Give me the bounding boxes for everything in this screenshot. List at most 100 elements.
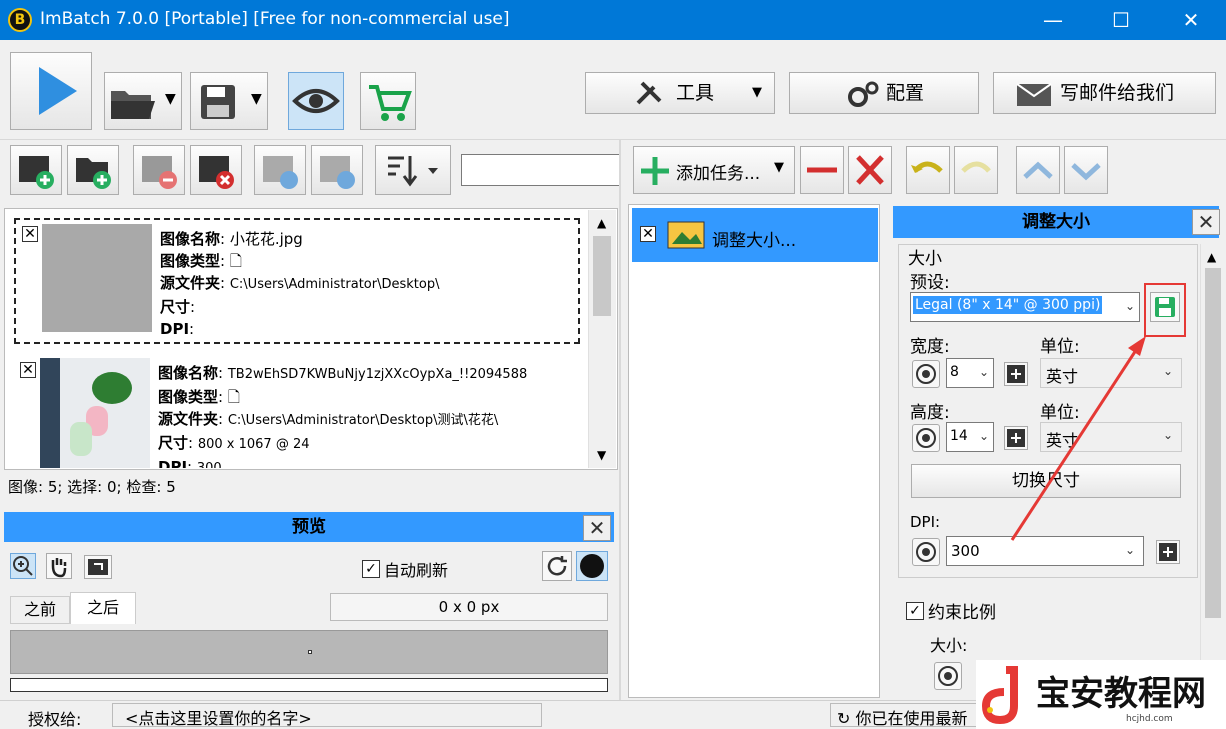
height-input[interactable]: 14 ⌄ [946,422,994,452]
minimize-button[interactable]: — [1030,0,1076,40]
scrollbar-thumb[interactable] [1205,268,1221,618]
folder-open-icon [111,91,155,119]
width-reset-button[interactable] [912,360,940,388]
license-name-field[interactable]: <点击这里设置你的名字> [112,703,542,728]
width-input[interactable]: 8 ⌄ [946,358,994,388]
resize-title-text: 调整大小 [1022,212,1090,232]
maximize-button[interactable]: ☐ [1098,0,1144,40]
watermark: 宝安教程网 hcjhd.com [976,660,1226,729]
scrollbar-thumb[interactable] [593,236,611,316]
scroll-up-icon[interactable]: ▲ [1207,250,1216,264]
tools-menu-button[interactable]: 工具 ▼ [585,72,775,114]
background-color-button[interactable] [576,551,608,581]
image-up-icon [263,156,298,189]
move-task-down-button[interactable] [1064,146,1108,194]
save-preset-button[interactable] [1150,292,1180,322]
file-type-icon: 🗋 [229,252,242,270]
floppy-save-icon [201,85,235,119]
height-reset-button[interactable] [912,424,940,452]
tools-dropdown-icon: ▼ [752,85,762,100]
plus-square-icon [1159,543,1177,561]
task-label: 调整大小... [712,231,797,251]
preview-canvas[interactable] [10,630,608,674]
preset-select[interactable]: Legal (8" x 14" @ 300 ppi) ⌄ [910,292,1140,322]
width-label: 宽度: [910,337,950,357]
keep-ratio-toggle[interactable]: ✓ 约束比例 [906,598,996,623]
email-label: 写邮件给我们 [1060,82,1175,104]
add-folder-button[interactable] [67,145,119,195]
keep-ratio-label: 约束比例 [928,603,996,623]
preview-close-button[interactable]: ✕ [583,515,611,541]
resize-panel-scrollbar[interactable]: ▲ [1200,244,1224,698]
run-button[interactable] [10,52,92,130]
undo-button[interactable] [906,146,950,194]
scroll-down-icon[interactable]: ▼ [597,448,606,462]
tab-before[interactable]: 之前 [10,596,70,624]
add-folder-icon [76,158,111,189]
sort-icon [388,156,438,187]
ratio-size-reset-button[interactable] [934,662,962,690]
fit-button[interactable] [84,555,112,579]
zoom-tool-button[interactable] [10,553,36,579]
config-button[interactable]: 配置 [789,72,979,114]
resize-panel-title: 调整大小 [893,206,1219,238]
list-item[interactable]: ✕ 图像名称: TB2wEhSD7KWBuNjy1zjXXcOypXa_!!20… [14,354,580,468]
title-bar: B ImBatch 7.0.0 [Portable] [Free for non… [0,0,1226,40]
task-list[interactable] [628,204,880,698]
task-checkbox[interactable]: ✕ [640,226,656,242]
size-group-label: 大小 [908,249,942,269]
add-task-dropdown-icon[interactable]: ▼ [774,160,784,175]
move-task-up-button[interactable] [1016,146,1060,194]
circle-icon [580,554,604,578]
refresh-button[interactable] [542,551,572,581]
resize-panel-close-button[interactable]: ✕ [1192,209,1220,235]
cart-icon [369,85,412,121]
close-button[interactable]: ✕ [1168,0,1214,40]
save-button[interactable]: ▼ [190,72,268,130]
preview-title: 预览 [4,512,614,542]
delete-image-button[interactable] [190,145,242,195]
redo-button[interactable] [954,146,998,194]
auto-refresh-checkbox[interactable]: ✓ [362,560,380,578]
open-button[interactable]: ▼ [104,72,182,130]
item-checkbox[interactable]: ✕ [22,226,38,242]
sort-button[interactable] [375,145,451,195]
auto-refresh-toggle[interactable]: ✓ 自动刷新 [362,557,448,581]
open-dropdown-icon[interactable]: ▼ [165,91,176,107]
move-up-image-button[interactable] [254,145,306,195]
chevron-down-icon [1071,163,1101,181]
item-checkbox[interactable]: ✕ [20,362,36,378]
chevron-up-icon [1023,161,1053,179]
preset-value: Legal (8" x 14" @ 300 ppi) [913,296,1103,314]
save-dropdown-icon[interactable]: ▼ [251,91,262,107]
pan-tool-button[interactable] [46,553,72,579]
green-floppy-icon [1155,297,1175,317]
delete-task-button[interactable] [848,146,892,194]
update-check-button[interactable]: ↻ 你已在使用最新 [830,703,990,727]
remove-task-button[interactable] [800,146,844,194]
target-icon [938,666,958,686]
scroll-up-icon[interactable]: ▲ [597,216,606,230]
type-label: 图像类型 [160,252,221,270]
tab-after[interactable]: 之后 [70,592,136,624]
redo-icon [961,161,991,173]
list-item[interactable]: ✕ 图像名称: 小花花.jpg 图像类型: 🗋 源文件夹: C:\Users\A… [14,218,580,344]
filter-input[interactable] [461,154,621,186]
preview-toggle-button[interactable] [288,72,344,130]
keep-ratio-checkbox[interactable]: ✓ [906,601,924,620]
watermark-url: hcjhd.com [1126,714,1173,724]
remove-image-button[interactable] [133,145,185,195]
image-list-scrollbar[interactable]: ▲ ▼ [588,210,616,468]
add-task-button[interactable]: 添加任务... ▼ [633,146,795,194]
gears-icon [848,81,879,107]
remove-image-icon [142,156,177,189]
add-image-button[interactable] [10,145,62,195]
email-us-button[interactable]: 写邮件给我们 [993,72,1216,114]
image-dpi: 300 [197,461,222,468]
task-item-resize[interactable]: ✕ 调整大小... [632,208,878,262]
refresh-icon: ↻ [837,709,851,727]
dpi-reset-button[interactable] [912,538,940,566]
buy-button[interactable] [360,72,416,130]
move-down-image-button[interactable] [311,145,363,195]
splitter[interactable] [619,140,621,700]
